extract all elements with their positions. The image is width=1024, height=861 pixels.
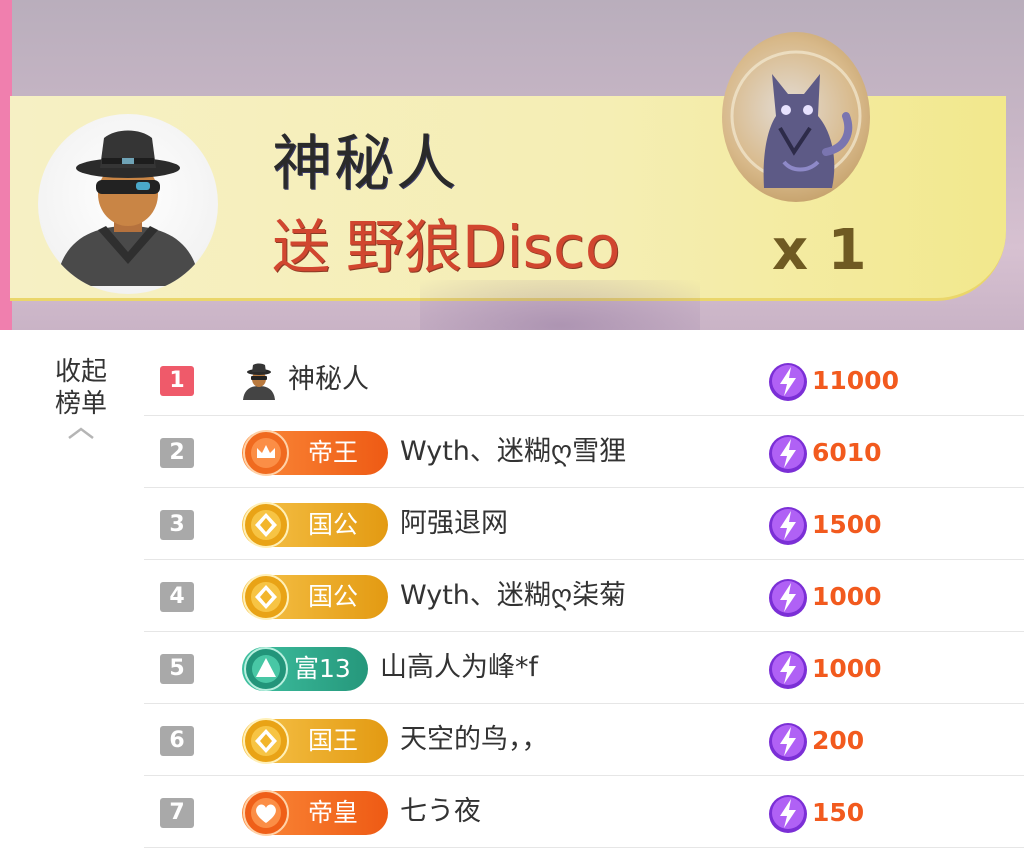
rank-number: 7 [160,798,194,828]
sender-avatar[interactable] [38,114,218,294]
user-name[interactable]: 天空的鸟，， [400,720,549,760]
user-name[interactable]: 七う夜 [400,792,481,832]
gift-name: 野狼Disco [346,213,621,281]
score-value: 150 [812,798,865,827]
level-badge: 帝皇 [242,790,388,836]
gift-count: x 1 [772,218,867,283]
ranking-row[interactable]: 1 神秘人 11000 [144,344,1024,416]
mystery-man-icon [56,130,200,286]
lightning-coin-icon [769,579,807,617]
triangle-icon [244,647,288,691]
lightning-coin-icon [769,651,807,689]
user-name[interactable]: 神秘人 [288,360,369,400]
wolf-gift-icon [722,32,870,202]
user-name[interactable]: 山高人为峰*f [380,648,538,688]
lightning-coin-icon [769,507,807,545]
user-name[interactable]: Wyth、迷糊ღ雪狸 [400,432,626,472]
rank-number: 3 [160,510,194,540]
rank-number: 6 [160,726,194,756]
rank-number: 1 [160,366,194,396]
rank-number: 4 [160,582,194,612]
level-badge: 国公 [242,502,388,548]
badge-label: 国王 [308,726,359,755]
rank-number: 2 [160,438,194,468]
gift-description: 送野狼Disco [272,212,620,282]
ranking-row[interactable]: 6 国王 天空的鸟，， 200 [144,704,1024,776]
lightning-coin-icon [769,723,807,761]
gift-sender-name: 神秘人 [272,129,458,199]
level-badge: 富13 [242,647,368,691]
score-value: 1000 [812,654,882,683]
lightning-coin-icon [769,363,807,401]
score-value: 200 [812,726,865,755]
user-name[interactable]: Wyth、迷糊ღ柒菊 [400,576,626,616]
badge-label: 国公 [308,582,359,611]
badge-label: 国公 [308,510,359,539]
score-value: 1500 [812,510,882,539]
score-value: 1000 [812,582,882,611]
ranking-row[interactable]: 5 富13 山高人为峰*f 1000 [144,632,1024,704]
collapse-ranking-label: 收起榜单 [54,357,107,419]
mystery-man-icon [243,363,275,400]
level-badge: 国公 [242,574,388,620]
ranking-row[interactable]: 7 帝皇 七う夜 150 [144,776,1024,848]
score-value: 6010 [812,438,882,467]
diamond-icon [243,718,289,764]
diamond-icon [243,574,289,620]
send-verb: 送 [272,213,331,281]
lightning-coin-icon [769,435,807,473]
ranking-row[interactable]: 3 国公 阿强退网 1500 [144,488,1024,560]
badge-label: 帝王 [308,438,359,467]
score-value: 11000 [812,366,899,395]
lightning-coin-icon [769,795,807,833]
ranking-row[interactable]: 2 帝王 Wyth、迷糊ღ雪狸 6010 [144,416,1024,488]
collapse-ranking-button[interactable]: 收起榜单 [46,356,116,456]
badge-label: 帝皇 [308,798,359,827]
badge-label: 富13 [294,654,351,683]
user-name[interactable]: 阿强退网 [400,504,508,544]
chevron-up-icon [68,427,94,439]
heart-wing-icon [243,790,289,836]
ranking-row[interactable]: 4 国公 Wyth、迷糊ღ柒菊 1000 [144,560,1024,632]
rank-number: 5 [160,654,194,684]
level-badge: 帝王 [242,430,388,476]
crown-icon [243,430,289,476]
diamond-icon [243,502,289,548]
level-badge: 国王 [242,718,388,764]
